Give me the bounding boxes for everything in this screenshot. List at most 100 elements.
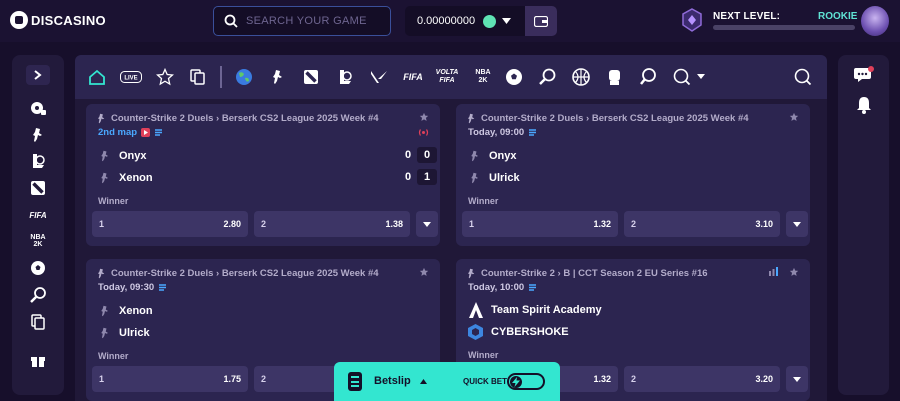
valorant-icon[interactable] xyxy=(369,68,389,86)
event-status-text: Today, 09:00 xyxy=(468,127,525,138)
event-status: Today, 09:00 xyxy=(468,127,537,138)
favorites-star-icon[interactable] xyxy=(155,68,175,86)
wallet-balance: 0.00000000 xyxy=(417,15,476,27)
sport-category-bar: LIVE FIFA VOLTA FIFA NBA 2K xyxy=(75,55,827,99)
caret-up-icon xyxy=(420,379,427,384)
stats-icon[interactable] xyxy=(528,283,537,292)
team-1: Xenon xyxy=(98,304,153,317)
more-markets-button[interactable] xyxy=(786,366,808,392)
sidebar-expand-button[interactable] xyxy=(26,65,50,85)
fifa-icon[interactable]: FIFA xyxy=(401,68,425,86)
counter-strike-icon[interactable] xyxy=(268,68,288,86)
odd-button-1[interactable]: 1 2.80 xyxy=(92,211,248,237)
betslip-bar[interactable]: Betslip QUICK BET xyxy=(334,362,560,401)
stats-icon[interactable] xyxy=(154,128,163,137)
dota-icon[interactable] xyxy=(301,68,321,86)
team-spirit-logo-icon xyxy=(468,302,483,318)
nba2k-icon[interactable]: NBA 2K xyxy=(471,68,495,86)
nba2k-icon[interactable]: NBA 2K xyxy=(29,232,47,250)
team-name: Xenon xyxy=(119,171,153,184)
stats-icon[interactable] xyxy=(158,283,167,292)
right-sidebar xyxy=(838,55,889,395)
more-sports-search-icon[interactable] xyxy=(672,68,692,86)
odd-button-2[interactable]: 2 3.20 xyxy=(624,366,780,392)
odd-button-2[interactable]: 2 1.38 xyxy=(254,211,410,237)
stats-icon[interactable] xyxy=(528,128,537,137)
search-icon[interactable] xyxy=(793,68,813,86)
event-header: Counter-Strike 2 Duels › Berserk CS2 Lea… xyxy=(466,111,800,125)
dota-icon[interactable] xyxy=(29,179,47,197)
quick-bet-toggle[interactable] xyxy=(507,373,545,390)
favorite-star-icon[interactable] xyxy=(419,267,429,277)
logo[interactable]: DISCASINO xyxy=(10,11,106,29)
more-markets-button[interactable] xyxy=(786,211,808,237)
avatar[interactable] xyxy=(861,6,889,36)
team-name: Onyx xyxy=(489,149,517,162)
search-placeholder: SEARCH YOUR GAME xyxy=(246,15,367,27)
event-status: 2nd map xyxy=(98,127,163,138)
tennis-icon[interactable] xyxy=(537,68,557,86)
event-league: Counter-Strike 2 Duels › Berserk CS2 Lea… xyxy=(111,112,379,124)
odd-label: 1 xyxy=(469,219,475,229)
chevron-down-icon[interactable] xyxy=(695,68,707,86)
betslip-label: Betslip xyxy=(374,375,411,387)
live-icon[interactable]: LIVE xyxy=(119,68,143,86)
globe-icon[interactable] xyxy=(234,68,254,86)
more-markets-button[interactable] xyxy=(416,211,438,237)
team-2: Xenon xyxy=(98,171,153,184)
league-of-legends-icon[interactable] xyxy=(29,152,47,170)
event-card[interactable]: Counter-Strike 2 Duels › Berserk CS2 Lea… xyxy=(86,104,440,246)
tennis-icon[interactable] xyxy=(29,286,47,304)
volta-fifa-icon[interactable]: VOLTA FIFA xyxy=(435,68,459,86)
soccer-icon[interactable] xyxy=(29,259,47,277)
odd-value: 1.38 xyxy=(385,219,403,229)
fifa-icon[interactable]: FIFA xyxy=(29,206,47,224)
counter-strike-icon xyxy=(468,171,481,184)
counter-strike-icon xyxy=(98,149,111,162)
wallet-button[interactable] xyxy=(525,6,557,36)
team-name: Ulrick xyxy=(489,171,520,184)
wallet-icon xyxy=(534,15,548,27)
favorite-star-icon[interactable] xyxy=(789,267,799,277)
basketball-icon[interactable] xyxy=(571,68,591,86)
counter-strike-icon xyxy=(98,326,111,339)
wallet-selector[interactable]: 0.00000000 xyxy=(405,6,557,36)
odd-value: 3.20 xyxy=(755,374,773,384)
coin-icon xyxy=(483,14,496,28)
bell-icon[interactable] xyxy=(856,96,872,114)
odd-label: 1 xyxy=(99,374,105,384)
stats-bars-icon[interactable] xyxy=(769,266,780,276)
home-icon[interactable] xyxy=(87,68,107,86)
counter-strike-icon xyxy=(98,171,111,184)
odd-value: 3.10 xyxy=(755,219,773,229)
table-tennis-icon[interactable] xyxy=(638,68,658,86)
favorite-star-icon[interactable] xyxy=(419,112,429,122)
chevron-down-icon[interactable] xyxy=(502,18,511,24)
chat-icon[interactable] xyxy=(854,66,874,84)
soccer-icon[interactable] xyxy=(504,68,524,86)
documents-icon[interactable] xyxy=(29,313,47,331)
event-header: Counter-Strike 2 › B | CCT Season 2 EU S… xyxy=(466,266,800,280)
live-stream-icon[interactable] xyxy=(141,128,151,137)
odd-button-2[interactable]: 2 3.10 xyxy=(624,211,780,237)
top-bar: DISCASINO SEARCH YOUR GAME 0.00000000 NE… xyxy=(0,0,900,42)
gift-icon[interactable] xyxy=(29,351,47,369)
team-name: Team Spirit Academy xyxy=(491,304,602,316)
event-card[interactable]: Counter-Strike 2 Duels › Berserk CS2 Lea… xyxy=(456,104,810,246)
boxing-glove-icon[interactable] xyxy=(605,68,625,86)
favorite-star-icon[interactable] xyxy=(789,112,799,122)
search-input[interactable]: SEARCH YOUR GAME xyxy=(213,6,391,36)
odd-button-1[interactable]: 1 1.75 xyxy=(92,366,248,392)
lightning-icon xyxy=(512,377,520,387)
odd-label: 2 xyxy=(261,374,267,384)
betslip-docs-icon[interactable] xyxy=(188,68,208,86)
league-of-legends-icon[interactable] xyxy=(335,68,355,86)
chevron-down-icon xyxy=(793,221,801,227)
counter-strike-icon[interactable] xyxy=(29,126,47,144)
team-2: Ulrick xyxy=(98,326,150,339)
casino-icon[interactable] xyxy=(29,99,47,117)
market-name: Winner xyxy=(468,350,499,360)
cybershoke-logo-icon xyxy=(468,324,483,340)
chevron-down-icon xyxy=(423,221,431,227)
odd-button-1[interactable]: 1 1.32 xyxy=(462,211,618,237)
